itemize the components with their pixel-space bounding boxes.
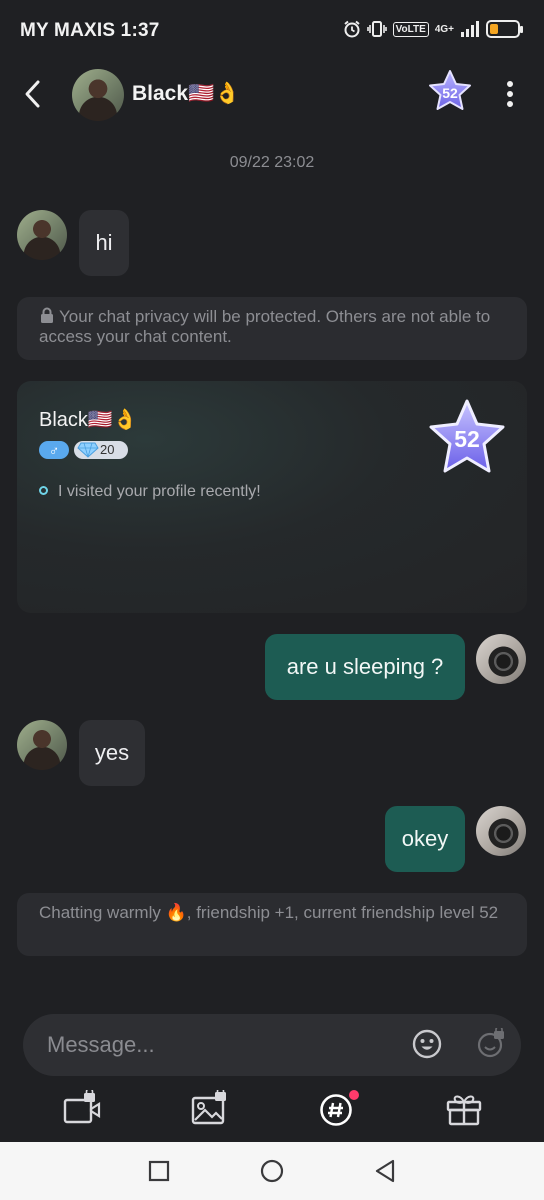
- nav-back-button[interactable]: [372, 1158, 398, 1184]
- signal-icon: [461, 21, 479, 37]
- home-button[interactable]: [259, 1158, 285, 1184]
- visit-text: I visited your profile recently!: [58, 483, 261, 500]
- sticker-locked-icon[interactable]: [475, 1028, 507, 1060]
- my-avatar[interactable]: [476, 806, 526, 856]
- contact-avatar[interactable]: [72, 69, 124, 121]
- chat-header: Black🇺🇸👌 52: [0, 64, 544, 128]
- visit-row: I visited your profile recently!: [39, 483, 261, 501]
- message-bubble-outgoing[interactable]: okey: [385, 806, 465, 872]
- card-level-text: 52: [454, 426, 480, 452]
- message-bubble-incoming[interactable]: yes: [79, 720, 145, 786]
- recent-apps-button[interactable]: [146, 1158, 172, 1184]
- chat-timestamp: 09/22 23:02: [229, 154, 315, 171]
- gem-badge: 20: [74, 441, 128, 459]
- message-input-bar[interactable]: Message...: [23, 1014, 521, 1076]
- gender-badge: ♂: [39, 441, 69, 459]
- volte-indicator: VoLTE: [392, 21, 429, 37]
- privacy-notice-text: Your chat privacy will be protected. Oth…: [39, 307, 491, 346]
- emoji-icon[interactable]: [411, 1028, 443, 1060]
- system-nav-bar: [0, 1142, 544, 1200]
- message-bubble-outgoing[interactable]: are u sleeping ?: [265, 634, 465, 700]
- status-carrier-time: MY MAXIS 1:37: [20, 20, 160, 41]
- contact-avatar-small[interactable]: [17, 210, 67, 260]
- privacy-notice: Your chat privacy will be protected. Oth…: [17, 297, 527, 360]
- friendship-notice: Chatting warmly 🔥, friendship +1, curren…: [17, 893, 527, 956]
- gem-count: 20: [100, 442, 115, 457]
- status-bar: MY MAXIS 1:37 VoLTE 4G+: [0, 0, 544, 64]
- profile-card[interactable]: Black🇺🇸👌 ♂ 20 I visited your profile rec…: [17, 381, 527, 613]
- diamond-icon: [77, 442, 99, 458]
- video-lock-icon[interactable]: [62, 1090, 102, 1126]
- status-icons: VoLTE 4G+: [343, 20, 523, 38]
- message-input[interactable]: Message...: [47, 1032, 155, 1058]
- back-button[interactable]: [16, 74, 52, 114]
- level-star-icon[interactable]: 52: [426, 68, 474, 116]
- hashtag-chat-icon[interactable]: [316, 1090, 362, 1126]
- network-type: 4G+: [434, 23, 454, 35]
- contact-avatar-small[interactable]: [17, 720, 67, 770]
- notification-dot: [349, 1090, 359, 1100]
- card-name: Black🇺🇸👌: [39, 409, 138, 431]
- image-lock-icon[interactable]: [190, 1090, 230, 1126]
- message-bubble-incoming[interactable]: hi: [79, 210, 129, 276]
- bullet-circle-icon: [39, 486, 48, 495]
- header-level-text: 52: [442, 85, 458, 101]
- contact-name[interactable]: Black🇺🇸👌: [132, 82, 240, 106]
- level-star-large-icon: 52: [429, 399, 505, 473]
- lock-icon: [41, 307, 53, 323]
- vibrate-icon: [366, 21, 387, 37]
- battery-icon: [486, 20, 523, 38]
- more-options-button[interactable]: [498, 76, 522, 112]
- gift-icon[interactable]: [444, 1090, 484, 1126]
- alarm-icon: [343, 20, 360, 38]
- my-avatar[interactable]: [476, 634, 526, 684]
